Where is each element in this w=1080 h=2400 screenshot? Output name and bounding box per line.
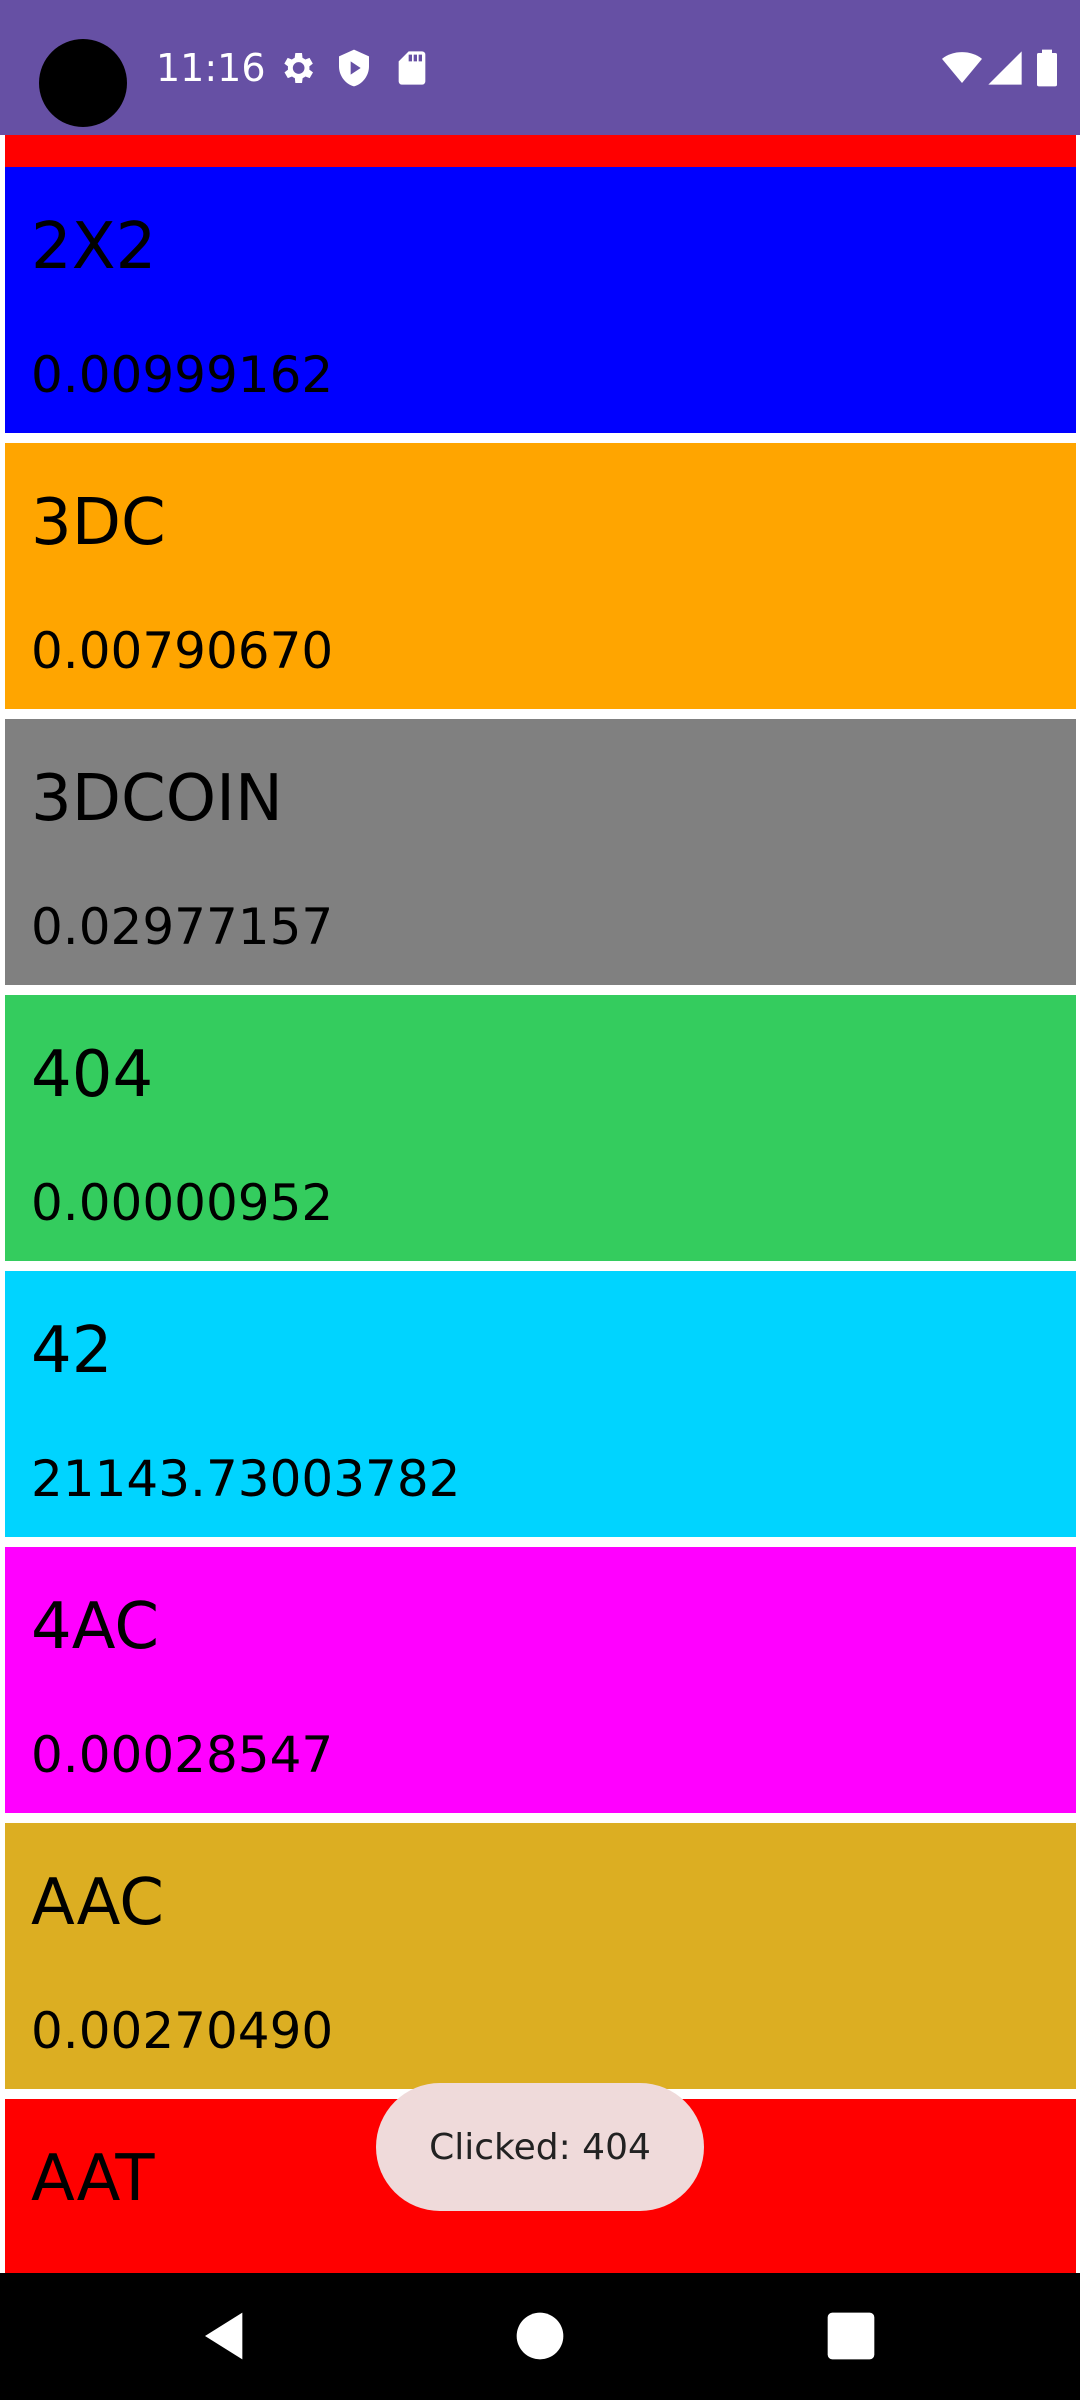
wifi-icon <box>942 48 982 88</box>
list-item-42[interactable]: 42 21143.73003782 <box>5 1271 1076 1537</box>
coin-symbol: AAC <box>31 1866 164 1940</box>
coin-symbol: 3DC <box>31 486 166 560</box>
home-icon[interactable] <box>512 2308 568 2364</box>
coin-list[interactable]: 2X2 0.00999162 3DC 0.00790670 3DCOIN 0.0… <box>0 135 1080 2273</box>
list-item-2x2[interactable]: 2X2 0.00999162 <box>5 167 1076 433</box>
list-item-3dcoin[interactable]: 3DCOIN 0.02977157 <box>5 719 1076 985</box>
coin-price: 21143.73003782 <box>31 1450 461 1508</box>
coin-price: 0.00999162 <box>31 346 334 404</box>
status-time: 11:16 <box>156 46 266 90</box>
coin-symbol: 4AC <box>31 1590 160 1664</box>
coin-symbol: 2X2 <box>31 210 157 284</box>
coin-price: 0.02977157 <box>31 898 334 956</box>
camera-cutout <box>39 39 127 127</box>
gear-icon <box>277 48 317 88</box>
coin-symbol: 42 <box>31 1314 113 1388</box>
toast-message: Clicked: 404 <box>376 2083 704 2211</box>
coin-price: 0.00000952 <box>31 1174 334 1232</box>
list-item-404[interactable]: 404 0.00000952 <box>5 995 1076 1261</box>
coin-price: 0.00270490 <box>31 2002 334 2060</box>
cell-signal-icon <box>985 48 1025 88</box>
coin-symbol: 404 <box>31 1038 154 1112</box>
navigation-bar <box>0 2273 1080 2400</box>
coin-symbol: 3DCOIN <box>31 762 283 836</box>
list-item-aac[interactable]: AAC 0.00270490 <box>5 1823 1076 2089</box>
list-item-3dc[interactable]: 3DC 0.00790670 <box>5 443 1076 709</box>
sd-card-icon <box>392 48 432 88</box>
status-bar: 11:16 <box>0 0 1080 135</box>
recents-icon[interactable] <box>823 2308 879 2364</box>
list-item-4ac[interactable]: 4AC 0.00028547 <box>5 1547 1076 1813</box>
shield-play-icon <box>334 48 374 88</box>
back-icon[interactable] <box>198 2308 254 2364</box>
coin-symbol: AAT <box>31 2142 155 2216</box>
coin-price: 0.00790670 <box>31 622 334 680</box>
battery-icon <box>1034 48 1060 88</box>
coin-price: 0.00028547 <box>31 1726 334 1784</box>
